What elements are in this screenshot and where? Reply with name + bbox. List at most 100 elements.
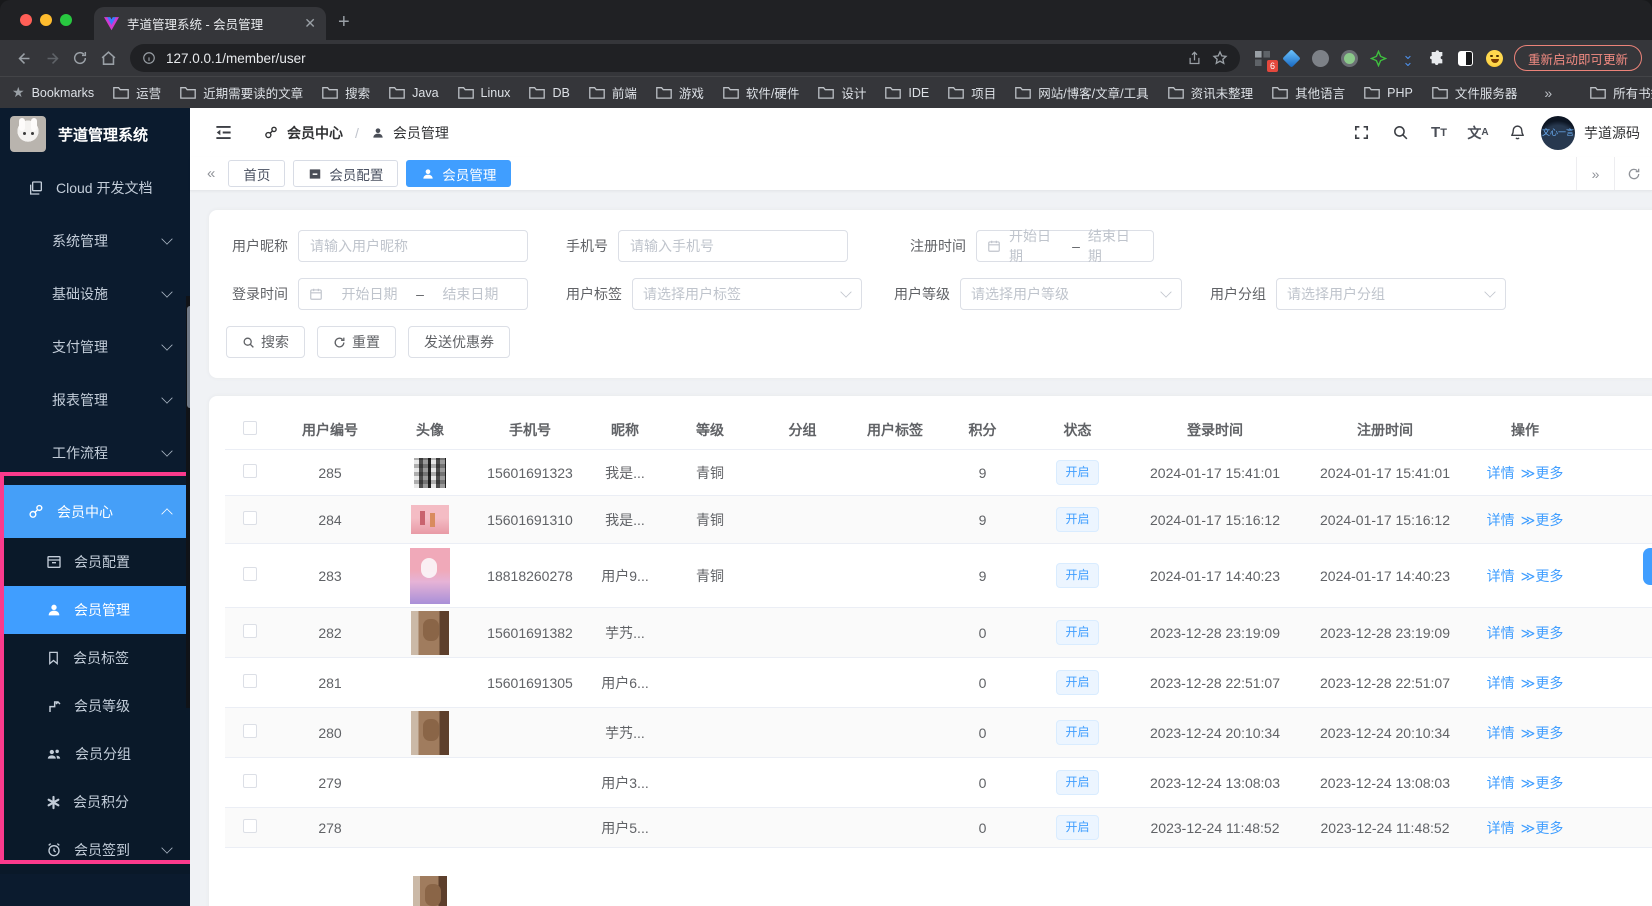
detail-link[interactable]: 详情	[1487, 775, 1515, 791]
bookmark-star-icon[interactable]	[1212, 50, 1228, 66]
bookmark-folder[interactable]: 前端	[588, 83, 637, 102]
detail-link[interactable]: 详情	[1487, 675, 1515, 691]
sidebar-item-member-group[interactable]: 会员分组	[0, 730, 190, 778]
bookmark-folder[interactable]: 资讯未整理	[1167, 83, 1253, 102]
bookmark-folder[interactable]: 搜索	[322, 83, 370, 102]
mobile-input[interactable]	[618, 230, 848, 262]
more-link[interactable]: ≫更多	[1521, 775, 1564, 791]
sidebar-item-member-level[interactable]: 会员等级	[0, 682, 190, 730]
sidebar-item-workflow[interactable]: 工作流程	[0, 433, 190, 473]
row-checkbox[interactable]	[243, 674, 257, 688]
more-link[interactable]: ≫更多	[1521, 625, 1564, 641]
bookmark-folder[interactable]: 游戏	[655, 83, 704, 102]
ext-star-icon[interactable]	[1370, 49, 1388, 67]
all-bookmarks-folder[interactable]: 所有书签	[1590, 83, 1652, 102]
row-checkbox[interactable]	[243, 774, 257, 788]
sidebar-item-member-tag[interactable]: 会员标签	[0, 634, 190, 682]
sidebar-scrollbar-thumb[interactable]	[187, 306, 190, 408]
detail-link[interactable]: 详情	[1487, 820, 1515, 836]
row-checkbox[interactable]	[243, 464, 257, 478]
detail-link[interactable]: 详情	[1487, 512, 1515, 528]
breadcrumb-member-manage[interactable]: 会员管理	[393, 123, 449, 143]
reload-icon[interactable]	[66, 44, 94, 72]
notification-bell-icon[interactable]	[1502, 118, 1532, 148]
bookmark-folder[interactable]: 项目	[948, 83, 996, 102]
collapse-menu-icon[interactable]	[208, 118, 238, 148]
send-coupon-button[interactable]: 发送优惠券	[408, 326, 510, 358]
user-level-select[interactable]: 请选择用户等级	[960, 278, 1182, 310]
detail-link[interactable]: 详情	[1487, 568, 1515, 584]
site-info-icon[interactable]	[142, 51, 156, 65]
detail-link[interactable]: 详情	[1487, 625, 1515, 641]
bookmark-folder[interactable]: PHP	[1364, 86, 1413, 100]
close-window-button[interactable]	[20, 14, 32, 26]
register-date-range[interactable]: 开始日期 – 结束日期	[976, 228, 1154, 264]
refresh-page-icon[interactable]	[1614, 157, 1652, 190]
bookmark-folder[interactable]: IDE	[885, 86, 929, 100]
browser-update-button[interactable]: 重新启动即可更新	[1513, 45, 1642, 71]
user-name[interactable]: 芋道源码	[1584, 123, 1640, 143]
detail-link[interactable]: 详情	[1487, 725, 1515, 741]
row-checkbox[interactable]	[243, 511, 257, 525]
app-logo[interactable]: 芋道管理系统	[0, 108, 190, 160]
more-link[interactable]: ≫更多	[1521, 725, 1564, 741]
translate-icon[interactable]: 文A	[1463, 118, 1493, 148]
sidebar-item-member-manage[interactable]: 会员管理	[0, 586, 190, 634]
more-link[interactable]: ≫更多	[1521, 675, 1564, 691]
tag-tab-member-config[interactable]: 会员配置	[293, 160, 399, 187]
forward-icon[interactable]	[38, 44, 66, 72]
detail-link[interactable]: 详情	[1487, 465, 1515, 481]
bookmark-folder[interactable]: 运营	[113, 83, 161, 102]
share-icon[interactable]	[1187, 50, 1202, 66]
bookmarks-overflow-icon[interactable]: »	[1544, 85, 1552, 101]
user-group-select[interactable]: 请选择用户分组	[1276, 278, 1506, 310]
tags-scroll-right-icon[interactable]: »	[1576, 157, 1614, 190]
bookmark-folder[interactable]: 网站/博客/文章/工具	[1015, 83, 1149, 102]
ext-kite-icon[interactable]	[1282, 48, 1302, 68]
user-tag-select[interactable]: 请选择用户标签	[632, 278, 862, 310]
search-button[interactable]: 搜索	[226, 326, 305, 358]
ext-green-icon[interactable]	[1341, 49, 1359, 67]
new-tab-button[interactable]: +	[338, 12, 350, 32]
bookmark-folder[interactable]: Linux	[457, 86, 510, 100]
more-link[interactable]: ≫更多	[1521, 465, 1564, 481]
user-avatar-image[interactable]: 文心一言	[1541, 115, 1575, 150]
tab-close-icon[interactable]: ✕	[304, 15, 316, 32]
ext-blocks-icon[interactable]: 6	[1254, 49, 1278, 72]
minimize-window-button[interactable]	[40, 14, 52, 26]
more-link[interactable]: ≫更多	[1521, 820, 1564, 836]
sidebar-item-cloud-docs[interactable]: Cloud 开发文档	[0, 168, 190, 208]
tag-tab-member-manage[interactable]: 会员管理	[406, 160, 512, 187]
home-icon[interactable]	[94, 44, 122, 72]
sidebar-item-infra[interactable]: 基础设施	[0, 274, 190, 314]
browser-tab[interactable]: 芋道管理系统 - 会员管理 ✕	[94, 7, 326, 40]
sidebar-item-member-config[interactable]: 会员配置	[0, 538, 190, 586]
ext-emoji-icon[interactable]	[1486, 49, 1504, 67]
row-checkbox[interactable]	[243, 819, 257, 833]
ext-layers-icon[interactable]: ⌄⌄	[1399, 48, 1417, 68]
ext-gray-icon[interactable]	[1312, 49, 1330, 67]
login-date-range[interactable]: 开始日期 – 结束日期	[298, 278, 528, 310]
font-size-icon[interactable]: TT	[1424, 118, 1454, 148]
row-checkbox[interactable]	[243, 624, 257, 638]
more-link[interactable]: ≫更多	[1521, 568, 1564, 584]
row-checkbox[interactable]	[243, 724, 257, 738]
tags-scroll-left-icon[interactable]: «	[198, 165, 224, 182]
bookmark-folder[interactable]: DB	[529, 86, 570, 100]
sidebar-item-pay[interactable]: 支付管理	[0, 327, 190, 367]
breadcrumb-member-center[interactable]: 会员中心	[287, 123, 343, 143]
bookmark-folder[interactable]: 其他语言	[1272, 83, 1345, 102]
sidebar-item-system[interactable]: 系统管理	[0, 221, 190, 261]
search-icon[interactable]	[1385, 118, 1415, 148]
zoom-window-button[interactable]	[60, 14, 72, 26]
sidebar-item-member-points[interactable]: 会员积分	[0, 778, 190, 826]
nickname-input[interactable]	[298, 230, 528, 262]
ext-puzzle-icon[interactable]	[1428, 49, 1446, 67]
bookmark-folder[interactable]: 近期需要读的文章	[180, 83, 303, 102]
bookmark-folder[interactable]: 文件服务器	[1432, 83, 1517, 102]
bookmark-folder[interactable]: Java	[389, 86, 439, 100]
bookmark-folder[interactable]: 软件/硬件	[723, 83, 799, 102]
fullscreen-icon[interactable]	[1346, 118, 1376, 148]
side-drawer-handle[interactable]	[1643, 548, 1652, 585]
tag-tab-home[interactable]: 首页	[228, 160, 286, 187]
